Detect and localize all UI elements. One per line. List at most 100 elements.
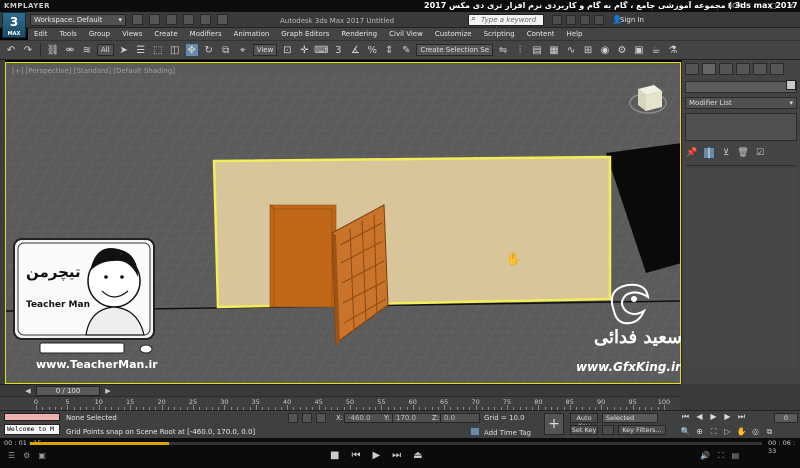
absolute-mode-icon[interactable] <box>316 413 326 423</box>
project-folder-icon[interactable] <box>217 14 228 25</box>
set-key-button[interactable]: Set Key <box>570 425 598 435</box>
time-next-icon[interactable]: ▶ <box>102 386 114 396</box>
display-tab-icon[interactable] <box>753 63 767 75</box>
rectangular-selection-icon[interactable]: ⬚ <box>151 43 165 57</box>
show-end-result-icon[interactable]: ┃ <box>703 147 715 159</box>
maxscript-mini-listener[interactable]: Welcome to M <box>4 424 60 435</box>
key-selection-dropdown[interactable]: Selected <box>602 413 658 423</box>
track-bar[interactable]: 0 5 10 15 20 25 30 35 40 45 50 55 60 65 70 75 80 85 90 95 10… <box>0 396 680 410</box>
zoom-all-icon[interactable]: ⊕ <box>694 426 705 437</box>
key-mode-icon[interactable] <box>602 425 614 435</box>
time-prev-icon[interactable]: ◀ <box>22 386 34 396</box>
video-stop-icon[interactable]: ■ <box>330 450 339 461</box>
menu-animation[interactable]: Animation <box>228 28 276 40</box>
motion-tab-icon[interactable] <box>736 63 750 75</box>
prev-frame-icon[interactable]: ◀ <box>694 411 705 422</box>
pan-icon[interactable]: ✋ <box>736 426 747 437</box>
orbit-icon[interactable]: ◎ <box>750 426 761 437</box>
edit-named-selection-icon[interactable]: ✎ <box>399 43 413 57</box>
maximize-viewport-icon[interactable]: ⧉ <box>764 426 775 437</box>
create-tab-icon[interactable] <box>685 63 699 75</box>
undo-icon[interactable] <box>183 14 194 25</box>
undo-icon[interactable]: ↶ <box>4 43 18 57</box>
menu-create[interactable]: Create <box>148 28 183 40</box>
pin-stack-icon[interactable]: 📌 <box>686 147 698 159</box>
modify-tab-icon[interactable] <box>702 63 716 75</box>
bind-spacewarp-icon[interactable]: ≋ <box>80 43 94 57</box>
binoculars-icon[interactable] <box>552 15 562 25</box>
reference-coordinate-dropdown[interactable]: View <box>252 44 278 56</box>
isolate-selection-icon[interactable] <box>288 413 298 423</box>
open-file-icon[interactable] <box>149 14 160 25</box>
video-prev-icon[interactable]: ⏮ <box>351 450 360 461</box>
menu-help[interactable]: Help <box>561 28 589 40</box>
next-frame-icon[interactable]: ▶ <box>722 411 733 422</box>
snaps-toggle-icon[interactable]: 3 <box>331 43 345 57</box>
redo-icon[interactable] <box>200 14 211 25</box>
z-coordinate-field[interactable]: 0.0 <box>440 413 480 423</box>
time-slider[interactable]: ◀ 0 / 100 ▶ <box>0 384 680 396</box>
material-editor-icon[interactable]: ◉ <box>598 43 612 57</box>
schematic-view-icon[interactable]: ⊞ <box>581 43 595 57</box>
utilities-tab-icon[interactable] <box>770 63 784 75</box>
named-selection-set-dropdown[interactable]: Create Selection Se <box>416 44 494 56</box>
play-icon[interactable]: ▶ <box>708 411 719 422</box>
sign-in-button[interactable]: Sign In <box>620 16 644 24</box>
link-icon[interactable]: ⛓ <box>46 43 60 57</box>
playlist-icon[interactable]: ☰ <box>8 451 15 460</box>
unlink-icon[interactable]: ⚮ <box>63 43 77 57</box>
render-setup-icon[interactable]: ⚙ <box>615 43 629 57</box>
field-of-view-icon[interactable]: ▷ <box>722 426 733 437</box>
exchange-icon[interactable] <box>580 15 590 25</box>
select-scale-icon[interactable]: ⧉ <box>219 43 233 57</box>
align-icon[interactable]: ⫶ <box>513 43 527 57</box>
select-rotate-icon[interactable]: ↻ <box>202 43 216 57</box>
keyboard-shortcut-icon[interactable]: ⌨ <box>314 43 328 57</box>
settings-icon[interactable]: ⚙ <box>23 451 30 460</box>
configure-modifier-sets-icon[interactable]: ☑ <box>754 147 766 159</box>
auto-key-button[interactable]: Auto Key <box>570 413 598 430</box>
video-seek-bar[interactable] <box>30 442 762 445</box>
angle-snap-icon[interactable]: ∡ <box>348 43 362 57</box>
save-file-icon[interactable] <box>166 14 177 25</box>
workspace-dropdown[interactable]: Workspace: Default <box>30 14 126 26</box>
time-slider-counter[interactable]: 0 / 100 <box>36 386 100 396</box>
menu-customize[interactable]: Customize <box>429 28 478 40</box>
zoom-extents-icon[interactable]: ⛶ <box>708 426 719 437</box>
manipulate-icon[interactable]: ✛ <box>297 43 311 57</box>
subtitle-icon[interactable]: ▤ <box>732 451 740 461</box>
volume-icon[interactable]: 🔊 <box>700 451 710 461</box>
mirror-icon[interactable]: ⇋ <box>496 43 510 57</box>
placement-icon[interactable]: ⌖ <box>236 43 250 57</box>
menu-civil-view[interactable]: Civil View <box>383 28 429 40</box>
a360-icon[interactable] <box>594 15 604 25</box>
menu-group[interactable]: Group <box>83 28 116 40</box>
zoom-icon[interactable]: 🔍 <box>680 426 691 437</box>
search-input[interactable]: Type a keyword or phrase <box>468 14 544 34</box>
make-unique-icon[interactable]: ⊻ <box>720 147 732 159</box>
render-iterative-icon[interactable]: ⚗ <box>666 43 680 57</box>
video-next-icon[interactable]: ⏭ <box>392 450 401 461</box>
window-crossing-icon[interactable]: ◫ <box>168 43 182 57</box>
app-menu-button[interactable]: 3 MAX <box>2 12 26 38</box>
viewport-label[interactable]: [+] [Perspective] [Standard] [Default Sh… <box>12 67 175 75</box>
new-scene-icon[interactable] <box>132 14 143 25</box>
selection-lock-icon[interactable] <box>302 413 312 423</box>
scene-explorer-icon[interactable]: ▦ <box>547 43 561 57</box>
object-color-swatch[interactable] <box>786 80 796 90</box>
pivot-center-icon[interactable]: ⊡ <box>280 43 294 57</box>
menu-scripting[interactable]: Scripting <box>478 28 521 40</box>
goto-end-icon[interactable]: ⏭ <box>736 411 747 422</box>
layer-explorer-icon[interactable]: ▤ <box>530 43 544 57</box>
curve-editor-icon[interactable]: ∿ <box>564 43 578 57</box>
hierarchy-tab-icon[interactable] <box>719 63 733 75</box>
current-frame-field[interactable]: 0 <box>774 413 798 423</box>
add-time-tag-button[interactable]: Add Time Tag <box>484 429 531 437</box>
video-eject-icon[interactable]: ⏏ <box>413 450 422 461</box>
menu-graph-editors[interactable]: Graph Editors <box>275 28 335 40</box>
modifier-stack[interactable] <box>685 113 797 141</box>
door-frame[interactable] <box>269 204 337 308</box>
rendered-frame-icon[interactable]: ▣ <box>632 43 646 57</box>
key-filters-button[interactable]: Key Filters... <box>618 425 666 435</box>
capture-icon[interactable]: ▣ <box>38 451 46 460</box>
